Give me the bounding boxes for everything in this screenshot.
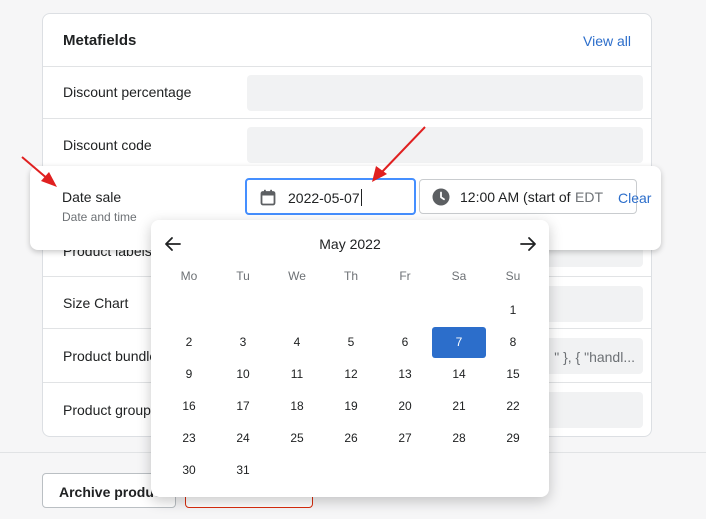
- month-label: May 2022: [319, 236, 381, 252]
- weekday-label: Su: [505, 269, 521, 283]
- next-month-button[interactable]: [517, 233, 539, 255]
- date-picker-popover: May 2022 Mo Tu We Th Fr Sa Su 1 2 3 4 5 6 7 8 9 10 11 12 1…: [151, 220, 549, 497]
- card-title: Metafields: [63, 32, 137, 49]
- calendar-day[interactable]: 15: [486, 359, 540, 390]
- calendar-day[interactable]: 14: [432, 359, 486, 390]
- metafield-label: Discount percentage: [63, 84, 192, 100]
- metafield-input[interactable]: [247, 127, 643, 163]
- weekday-label: Tu: [236, 269, 250, 283]
- calendar-day[interactable]: 20: [378, 391, 432, 422]
- weekday-label: Sa: [451, 269, 467, 283]
- weekday-label: We: [288, 269, 306, 283]
- metafield-row-discount-percentage: Discount percentage: [43, 66, 651, 119]
- calendar-day[interactable]: 21: [432, 391, 486, 422]
- weekday-label: Th: [343, 269, 358, 283]
- calendar-icon: [260, 189, 276, 209]
- arrow-right-icon: [520, 237, 536, 251]
- clear-button[interactable]: Clear: [618, 190, 651, 206]
- date-input-value: 2022-05-07: [288, 189, 362, 206]
- calendar-day[interactable]: 27: [378, 423, 432, 454]
- calendar-day[interactable]: 5: [324, 327, 378, 358]
- calendar-day[interactable]: 13: [378, 359, 432, 390]
- time-select-value: 12:00 AM (start of: [460, 189, 571, 205]
- calendar-day[interactable]: 2: [162, 327, 216, 358]
- calendar-day[interactable]: 24: [216, 423, 270, 454]
- calendar-day[interactable]: 26: [324, 423, 378, 454]
- calendar-day[interactable]: 29: [486, 423, 540, 454]
- calendar-day[interactable]: 31: [216, 455, 270, 486]
- calendar-day[interactable]: 8: [486, 327, 540, 358]
- calendar-day[interactable]: 18: [270, 391, 324, 422]
- calendar-day[interactable]: 10: [216, 359, 270, 390]
- calendar-day[interactable]: 4: [270, 327, 324, 358]
- calendar-day[interactable]: 22: [486, 391, 540, 422]
- calendar-day[interactable]: 11: [270, 359, 324, 390]
- view-all-link[interactable]: View all: [583, 33, 631, 49]
- date-sale-type-label: Date and time: [62, 210, 137, 224]
- weekday-label: Fr: [399, 269, 411, 283]
- calendar-day[interactable]: 3: [216, 327, 270, 358]
- metafield-label: Product bundle: [63, 348, 158, 364]
- date-input[interactable]: 2022-05-07: [245, 178, 416, 215]
- metafield-input-value: " }, { "handl...: [554, 349, 635, 365]
- metafield-label: Discount code: [63, 137, 152, 153]
- time-select[interactable]: 12:00 AM (start of EDT: [419, 179, 637, 214]
- timezone-label: EDT: [575, 189, 603, 205]
- calendar-day[interactable]: 9: [162, 359, 216, 390]
- calendar-day[interactable]: 19: [324, 391, 378, 422]
- calendar-day[interactable]: 30: [162, 455, 216, 486]
- card-header: Metafields View all: [43, 14, 651, 66]
- metafield-input[interactable]: [247, 75, 643, 111]
- calendar-day[interactable]: 12: [324, 359, 378, 390]
- weekday-label: Mo: [180, 269, 198, 283]
- calendar-day[interactable]: 1: [486, 295, 540, 326]
- calendar-day[interactable]: 23: [162, 423, 216, 454]
- calendar-day[interactable]: 25: [270, 423, 324, 454]
- calendar-day[interactable]: 16: [162, 391, 216, 422]
- text-caret: [360, 189, 362, 206]
- calendar-day-selected[interactable]: 7: [432, 327, 486, 358]
- metafield-label: Product group: [63, 402, 151, 418]
- calendar-day[interactable]: 6: [378, 327, 432, 358]
- clock-icon: [432, 188, 450, 209]
- calendar-day[interactable]: 17: [216, 391, 270, 422]
- metafield-label: Size Chart: [63, 295, 129, 311]
- date-sale-label: Date sale: [62, 189, 122, 205]
- metafield-row-discount-code: Discount code: [43, 118, 651, 171]
- calendar-day[interactable]: 28: [432, 423, 486, 454]
